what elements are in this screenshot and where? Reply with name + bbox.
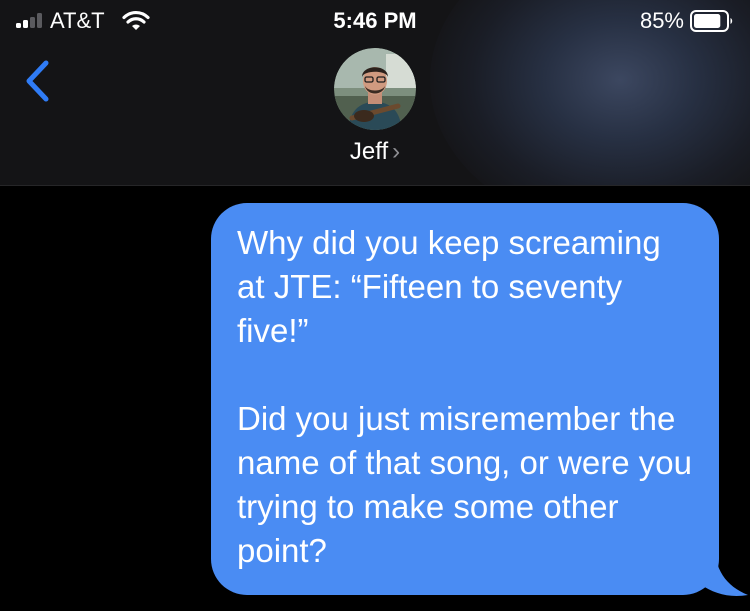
back-chevron-icon[interactable] — [20, 58, 54, 104]
message-paragraph-1: Why did you keep screaming at JTE: “Fift… — [237, 224, 670, 349]
contact-avatar[interactable] — [334, 48, 416, 130]
battery-percent: 85% — [639, 8, 684, 33]
contact-name-button[interactable]: Jeff › — [0, 138, 750, 166]
conversation-header: AT&T 5:46 PM 85% Jeff › — [0, 0, 750, 186]
status-bar: AT&T 5:46 PM 85% — [0, 0, 750, 40]
paragraph-spacer — [237, 353, 699, 397]
outgoing-message-bubble[interactable]: Why did you keep screaming at JTE: “Fift… — [211, 203, 719, 595]
status-time: 5:46 PM — [333, 8, 417, 33]
chevron-right-icon: › — [392, 138, 401, 165]
message-paragraph-2: Did you just misremember the name of tha… — [237, 400, 702, 569]
contact-name: Jeff — [349, 138, 389, 165]
battery-icon — [690, 10, 733, 32]
